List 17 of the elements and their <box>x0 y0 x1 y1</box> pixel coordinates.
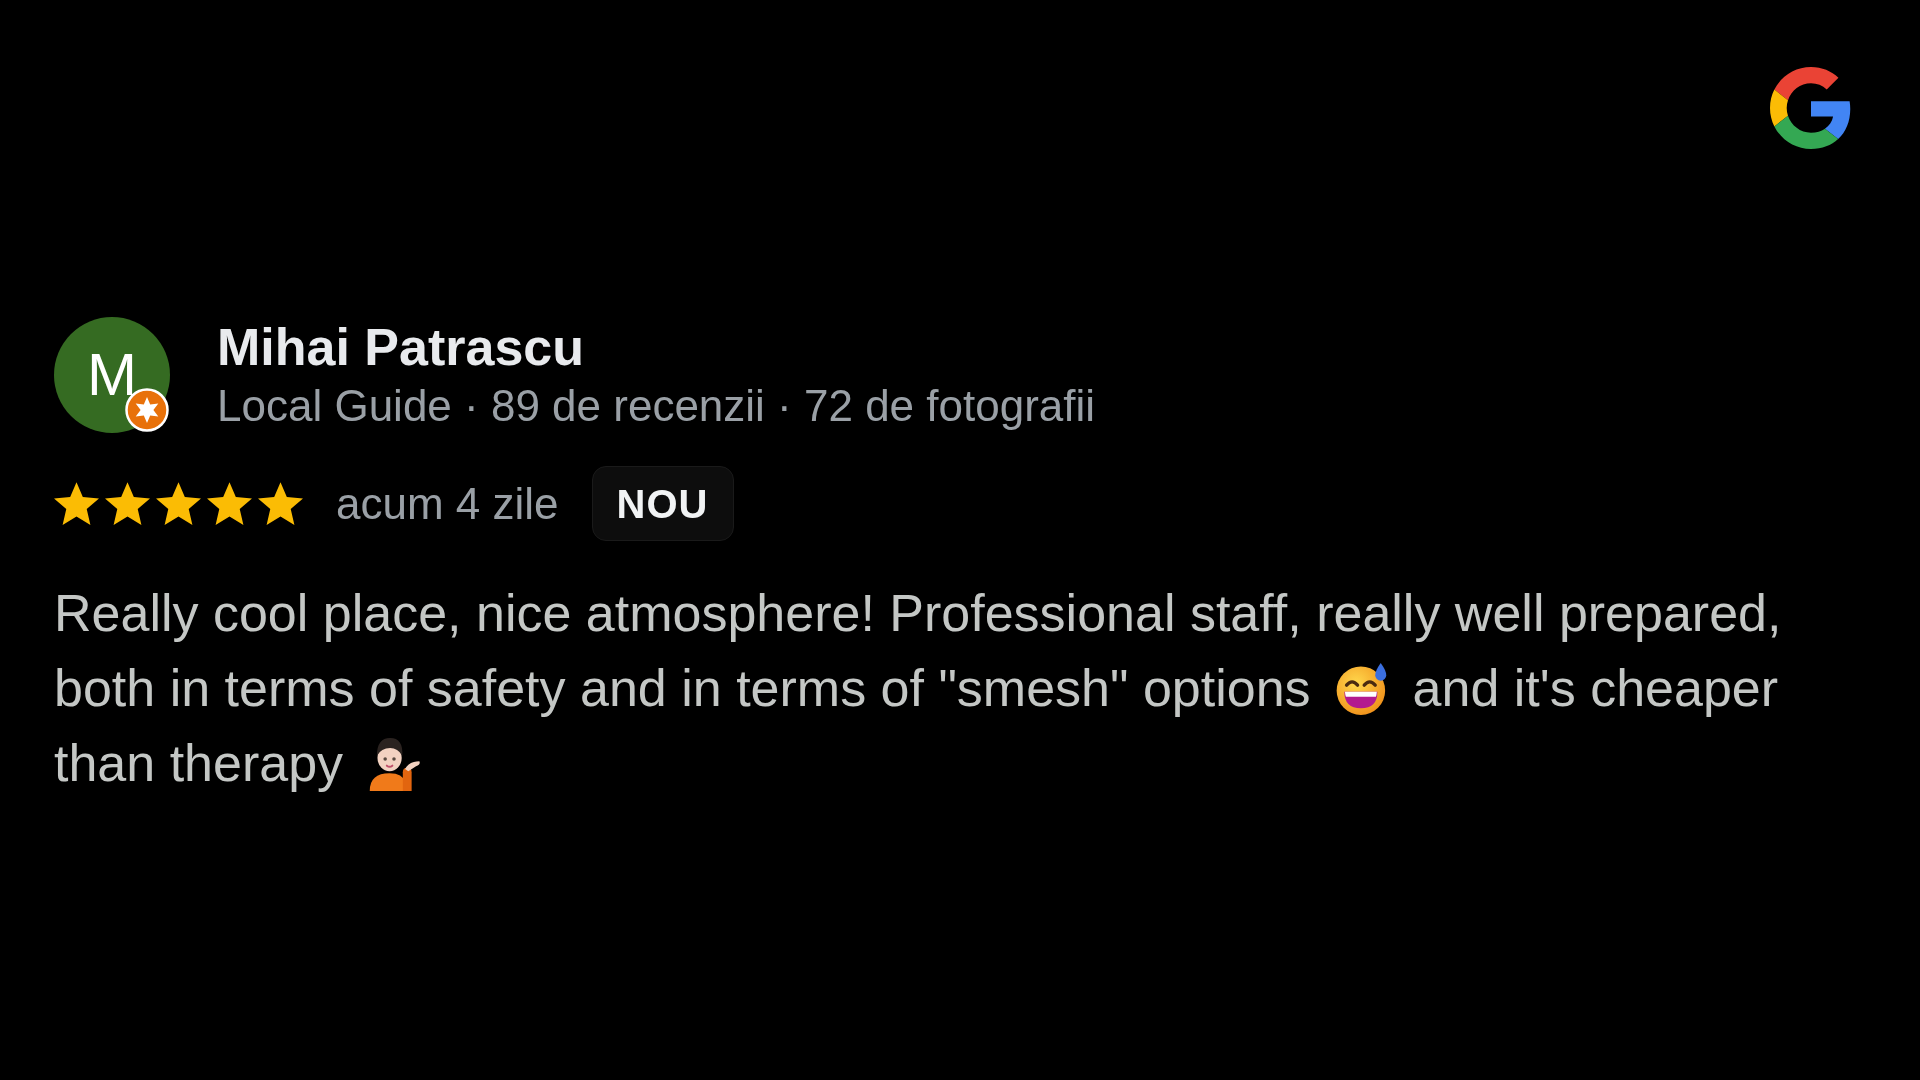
g-logo-icon <box>1770 67 1852 149</box>
laughing-sweat-face-icon <box>1334 661 1389 716</box>
person-tipping-hand-icon <box>367 736 422 791</box>
reviewer-details: Local Guide · 89 de recenzii · 72 de fotografii <box>217 380 1096 432</box>
review-text: than therapy <box>54 733 344 794</box>
review-text: both in terms of safety and in terms of "smesh" options <box>54 658 1311 719</box>
star-icon <box>258 481 303 526</box>
avatar-initial: M <box>87 345 137 405</box>
star-icon <box>105 481 150 526</box>
review-text: Really cool place, nice atmosphere! Professional staff, really well prepared, <box>54 583 1782 644</box>
star-icon <box>54 481 99 526</box>
star-icon <box>156 481 201 526</box>
review-time: acum 4 zile <box>336 477 559 530</box>
star-icon <box>207 481 252 526</box>
review-text: and it's cheaper <box>1412 658 1779 719</box>
reviewer-name: Mihai Patrascu <box>217 317 586 377</box>
new-badge: NOU <box>591 466 734 541</box>
